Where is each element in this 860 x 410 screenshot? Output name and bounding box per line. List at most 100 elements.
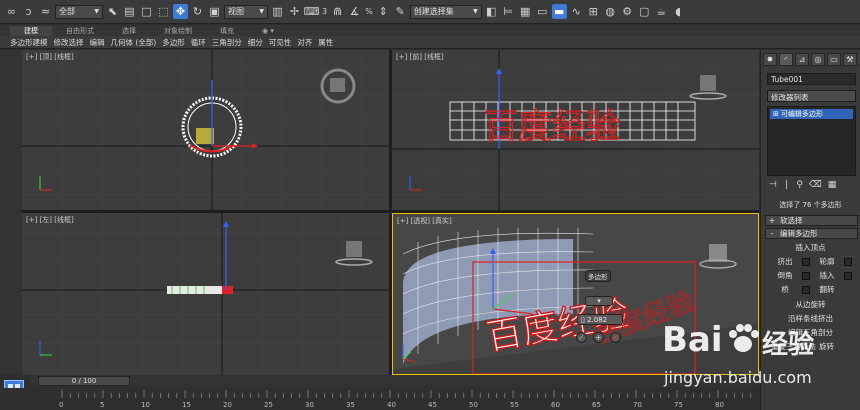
- angle-snap-icon[interactable]: ∡: [347, 4, 362, 19]
- viewport-label-left[interactable]: [+] [左] [线框]: [26, 215, 74, 225]
- caddy-ok-icon[interactable]: ✓: [576, 332, 587, 343]
- display-tab-icon[interactable]: ▭: [827, 53, 841, 66]
- hinge-from-edge-button[interactable]: 从边旋转: [761, 299, 860, 310]
- viewport-left[interactable]: [+] [左] [线框]: [22, 213, 389, 375]
- stack-item-editable-poly[interactable]: ⊞ 可编辑多边形: [770, 109, 853, 119]
- viewport-top[interactable]: [+] [顶] [线框]: [22, 50, 389, 210]
- inset-button[interactable]: 插入: [813, 270, 841, 281]
- tab-populate[interactable]: 填充: [206, 26, 248, 36]
- make-unique-icon[interactable]: ⚲: [796, 180, 803, 190]
- menu-properties[interactable]: 属性: [318, 37, 333, 48]
- window-crossing-icon[interactable]: ⬚: [156, 4, 171, 19]
- menu-polygons[interactable]: 多边形: [162, 37, 185, 48]
- snap-toggle[interactable]: 3: [321, 7, 328, 16]
- bridge-button[interactable]: 桥: [771, 284, 799, 295]
- pivot-center-icon[interactable]: ▥: [270, 4, 285, 19]
- menu-edit[interactable]: 编辑: [90, 37, 105, 48]
- remove-modifier-icon[interactable]: ⌫: [809, 180, 822, 190]
- flip-button[interactable]: 翻转: [813, 284, 841, 295]
- caddy-mode-dropdown[interactable]: ▾: [585, 296, 613, 306]
- ruler-tick-label: 30: [305, 401, 314, 409]
- utilities-tab-icon[interactable]: ⚒: [843, 53, 857, 66]
- viewport-label-perspective[interactable]: [+] [透视] [真实]: [397, 216, 452, 226]
- menu-align[interactable]: 对齐: [297, 37, 312, 48]
- configure-sets-icon[interactable]: ▦: [828, 180, 837, 190]
- select-by-name-icon[interactable]: ▤: [122, 4, 137, 19]
- inset-settings-icon[interactable]: [844, 271, 852, 280]
- menu-subdivision[interactable]: 细分: [248, 37, 263, 48]
- viewport-label-top[interactable]: [+] [顶] [线框]: [26, 52, 74, 62]
- link-icon[interactable]: ∞: [4, 4, 19, 19]
- modifier-stack: ⊞ 可编辑多边形: [767, 106, 856, 176]
- menu-triangulation[interactable]: 三角剖分: [212, 37, 242, 48]
- material-editor-icon[interactable]: ◍: [603, 4, 618, 19]
- tab-selection[interactable]: 选择: [108, 26, 150, 36]
- rollout-soft-selection[interactable]: + 软选择: [765, 215, 858, 226]
- edit-named-selection-icon[interactable]: ✎: [393, 4, 408, 19]
- rendered-frame-icon[interactable]: ▢: [637, 4, 652, 19]
- graphite-tools-icon[interactable]: ▬: [551, 4, 567, 19]
- viewport-label-front[interactable]: [+] [前] [线框]: [396, 52, 444, 62]
- viewport-front[interactable]: 百度经验 [+] [前] [线框]: [392, 50, 759, 210]
- selection-filter-dropdown[interactable]: 全部 ▼: [55, 4, 103, 19]
- rect-selection-icon[interactable]: □: [139, 4, 154, 19]
- timeline-ruler[interactable]: 0 5 10 15 20 25 30 35 40 45 50 55 60 65 70 75 80: [0, 388, 760, 410]
- snap-icon[interactable]: ⋒: [330, 4, 345, 19]
- unlink-icon[interactable]: ↄ: [21, 4, 36, 19]
- time-slider[interactable]: 0 / 100: [38, 376, 130, 386]
- object-name-field[interactable]: Tube001: [767, 73, 856, 85]
- rollout-edit-polygons[interactable]: - 编辑多边形: [765, 228, 858, 239]
- caddy-apply-icon[interactable]: +: [593, 332, 604, 343]
- extrude-button[interactable]: 挤出: [771, 256, 799, 267]
- menu-modify-selection[interactable]: 修改选择: [54, 37, 84, 48]
- named-selection-dropdown[interactable]: 创建选择集 ▼: [409, 4, 482, 19]
- tab-object-paint[interactable]: 对象绘制: [150, 26, 206, 36]
- select-manipulate-icon[interactable]: ✢: [287, 4, 302, 19]
- left-strip: [0, 50, 22, 375]
- curve-editor-icon[interactable]: ∿: [569, 4, 584, 19]
- tab-modeling[interactable]: 建模: [10, 25, 52, 36]
- menu-geometry-all[interactable]: 几何体 (全部): [111, 37, 157, 48]
- modifier-list-dropdown[interactable]: 修改器列表: [767, 90, 856, 102]
- show-end-result-icon[interactable]: ❘: [783, 180, 791, 190]
- mirror-icon[interactable]: ◧: [484, 4, 499, 19]
- ribbon-options-icon[interactable]: ◉ ▾: [248, 27, 288, 35]
- select-object-icon[interactable]: ⬉: [105, 4, 120, 19]
- pin-stack-icon[interactable]: ⊣: [769, 180, 777, 190]
- render-production-icon[interactable]: ☕: [654, 4, 669, 19]
- caddy-value-field[interactable]: ▯ 2.082: [577, 314, 623, 325]
- modify-tab-icon[interactable]: ◜: [779, 53, 793, 66]
- expand-icon[interactable]: ⊞: [773, 110, 779, 118]
- schematic-view-icon[interactable]: ⊞: [586, 4, 601, 19]
- create-tab-icon[interactable]: ✸: [763, 53, 777, 66]
- bridge-settings-icon[interactable]: [802, 285, 810, 294]
- extrude-settings-icon[interactable]: [802, 257, 810, 266]
- layer-manager-icon[interactable]: ▦: [518, 4, 533, 19]
- scale-icon[interactable]: ▣: [207, 4, 222, 19]
- keyboard-shortcut-icon[interactable]: ⌨: [304, 4, 320, 19]
- bevel-settings-icon[interactable]: [802, 271, 810, 280]
- move-icon[interactable]: ✥: [173, 4, 188, 19]
- bind-spacewarp-icon[interactable]: ≈: [38, 4, 53, 19]
- percent-snap-toggle[interactable]: %: [364, 7, 374, 16]
- menu-visibility[interactable]: 可见性: [269, 37, 292, 48]
- hierarchy-tab-icon[interactable]: ⊿: [795, 53, 809, 66]
- gizmo-plane: [196, 128, 214, 144]
- insert-vertex-button[interactable]: 插入顶点: [761, 242, 860, 253]
- outline-settings-icon[interactable]: [844, 257, 852, 266]
- command-panel-tabs: ✸ ◜ ⊿ ◎ ▭ ⚒: [761, 50, 860, 69]
- menu-polygon-modeling[interactable]: 多边形建模: [10, 37, 48, 48]
- reference-coord-dropdown[interactable]: 视图 ▼: [224, 4, 268, 19]
- caddy-cancel-icon[interactable]: ×: [610, 332, 621, 343]
- align-icon[interactable]: ⊨: [501, 4, 516, 19]
- outline-button[interactable]: 轮廓: [813, 256, 841, 267]
- tab-freeform[interactable]: 自由形式: [52, 26, 108, 36]
- toggle-ribbon-icon[interactable]: ▭: [535, 4, 550, 19]
- render-iterative-icon[interactable]: ◖: [671, 4, 686, 19]
- spinner-snap-icon[interactable]: ⇕: [376, 4, 391, 19]
- render-setup-icon[interactable]: ⚙: [620, 4, 635, 19]
- rotate-icon[interactable]: ↻: [190, 4, 205, 19]
- menu-loops[interactable]: 循环: [191, 37, 206, 48]
- motion-tab-icon[interactable]: ◎: [811, 53, 825, 66]
- bevel-button[interactable]: 倒角: [771, 270, 799, 281]
